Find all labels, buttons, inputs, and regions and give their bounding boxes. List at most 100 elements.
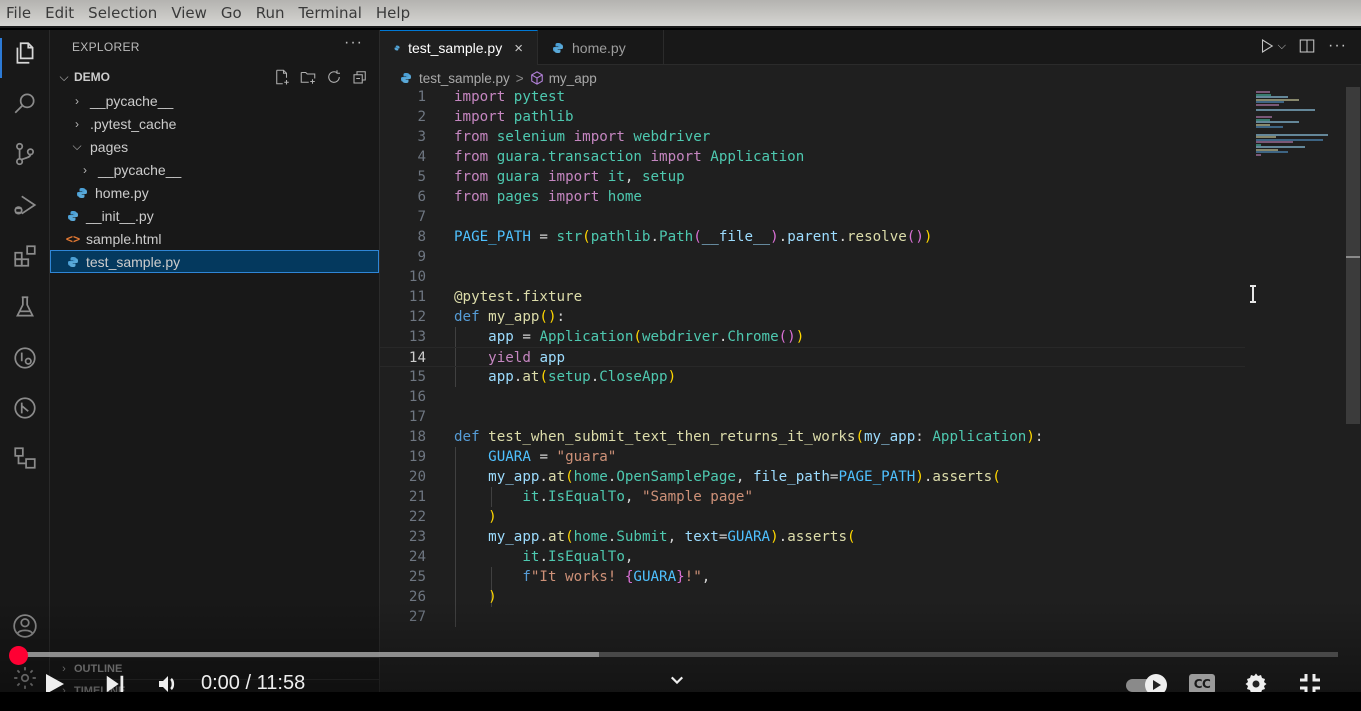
- tree-item-pytest-cache[interactable]: › .pytest_cache: [50, 112, 379, 135]
- account-icon[interactable]: [11, 612, 39, 640]
- search-icon[interactable]: [11, 89, 39, 117]
- captions-button[interactable]: CC: [1189, 674, 1215, 694]
- line-content: @pytest.fixture: [454, 289, 583, 305]
- code-line[interactable]: 27: [380, 607, 1245, 627]
- line-content: from pages import home: [454, 189, 642, 205]
- tree-item-sample-html[interactable]: <> sample.html: [50, 227, 379, 250]
- workspace-name: DEMO: [74, 70, 110, 84]
- line-number: 16: [408, 389, 426, 405]
- menu-terminal[interactable]: Terminal: [299, 4, 362, 22]
- code-line[interactable]: 22 ): [380, 507, 1245, 527]
- code-line[interactable]: 15 app.at(setup.CloseApp): [380, 367, 1245, 387]
- run-debug-icon[interactable]: [11, 191, 39, 219]
- line-content: my_app.at(home.Submit, text=GUARA).asser…: [488, 529, 856, 545]
- source-control-icon[interactable]: [11, 140, 39, 168]
- line-number: 11: [408, 289, 426, 305]
- menu-edit[interactable]: Edit: [45, 4, 74, 22]
- line-content: yield app: [488, 350, 566, 366]
- code-line[interactable]: 21 it.IsEqualTo, "Sample page": [380, 487, 1245, 507]
- line-number: 2: [417, 109, 426, 125]
- code-line[interactable]: 17: [380, 407, 1245, 427]
- close-icon[interactable]: ×: [514, 40, 523, 57]
- code-line[interactable]: 14 yield app: [380, 347, 1245, 367]
- code-editor[interactable]: 1 import pytest 2 import pathlib 3 from selen…: [380, 87, 1245, 627]
- diagram-icon[interactable]: [11, 444, 39, 472]
- editor-area: test_sample.py × home.py ⌵ ··· test_samp…: [380, 30, 1361, 711]
- code-line[interactable]: 5 from guara import it, setup: [380, 167, 1245, 187]
- tree-item-pages[interactable]: ⌵ pages: [50, 135, 379, 158]
- menu-help[interactable]: Help: [376, 4, 410, 22]
- code-line[interactable]: 2 import pathlib: [380, 107, 1245, 127]
- tree-item-pycache[interactable]: › __pycache__: [50, 89, 379, 112]
- breadcrumb-symbol[interactable]: my_app: [549, 71, 597, 86]
- chevron-right-icon: ›: [83, 162, 87, 177]
- more-actions-icon[interactable]: ···: [344, 34, 363, 52]
- breadcrumb-separator: >: [515, 70, 524, 86]
- testing-icon[interactable]: [11, 293, 39, 321]
- time-separator: /: [245, 672, 257, 694]
- collapse-all-icon[interactable]: [351, 68, 369, 86]
- code-line[interactable]: 9: [380, 247, 1245, 267]
- run-file-icon[interactable]: [1258, 37, 1276, 55]
- tree-item-pages-pycache[interactable]: › __pycache__: [50, 158, 379, 181]
- code-line[interactable]: 24 it.IsEqualTo,: [380, 547, 1245, 567]
- new-file-icon[interactable]: [273, 68, 291, 86]
- sidebar-title: EXPLORER: [72, 40, 140, 54]
- explorer-icon[interactable]: [11, 39, 39, 67]
- git-graph-icon[interactable]: [11, 394, 39, 422]
- menu-view[interactable]: View: [171, 4, 207, 22]
- code-line[interactable]: 11 @pytest.fixture: [380, 287, 1245, 307]
- tree-item-init-py[interactable]: __init__.py: [50, 204, 379, 227]
- progress-scrubber-handle[interactable]: [9, 646, 28, 665]
- code-line[interactable]: 6 from pages import home: [380, 187, 1245, 207]
- code-line[interactable]: 23 my_app.at(home.Submit, text=GUARA).as…: [380, 527, 1245, 547]
- code-line[interactable]: 8 PAGE_PATH = str(pathlib.Path(__file__).…: [380, 227, 1245, 247]
- line-content: ): [488, 509, 497, 525]
- remote-explorer-icon[interactable]: [11, 344, 39, 372]
- chevron-right-icon: ›: [75, 116, 79, 131]
- code-line[interactable]: 1 import pytest: [380, 87, 1245, 107]
- new-folder-icon[interactable]: [299, 68, 317, 86]
- menu-go[interactable]: Go: [221, 4, 242, 22]
- extensions-icon[interactable]: [11, 242, 39, 270]
- workspace-section-header[interactable]: ⌵ DEMO: [50, 66, 379, 88]
- line-number: 13: [408, 329, 426, 345]
- code-line[interactable]: 16: [380, 387, 1245, 407]
- code-line[interactable]: 19 GUARA = "guara": [380, 447, 1245, 467]
- code-line[interactable]: 18 def test_when_submit_text_then_returns…: [380, 427, 1245, 447]
- code-line[interactable]: 3 from selenium import webdriver: [380, 127, 1245, 147]
- code-line[interactable]: 10: [380, 267, 1245, 287]
- more-actions-icon[interactable]: ···: [1328, 37, 1347, 55]
- duration: 11:58: [256, 672, 306, 694]
- chapters-chevron[interactable]: [669, 673, 685, 687]
- manage-gear-icon[interactable]: [11, 664, 39, 692]
- code-line[interactable]: 4 from guara.transaction import Applicati…: [380, 147, 1245, 167]
- chevron-down-icon[interactable]: ⌵: [1278, 40, 1286, 53]
- code-line[interactable]: 25 f"It works! {GUARA}!",: [380, 567, 1245, 587]
- chevron-right-icon: ›: [75, 93, 79, 108]
- split-editor-icon[interactable]: [1298, 37, 1316, 55]
- line-number: 18: [408, 429, 426, 445]
- menu-file[interactable]: File: [6, 4, 31, 22]
- code-line[interactable]: 26 ): [380, 587, 1245, 607]
- refresh-icon[interactable]: [325, 68, 343, 86]
- video-progress-bar[interactable]: [18, 652, 1338, 657]
- tab-test-sample-py[interactable]: test_sample.py ×: [380, 30, 538, 65]
- current-time: 0:00: [201, 672, 240, 694]
- breadcrumb-file[interactable]: test_sample.py: [419, 71, 510, 86]
- code-line[interactable]: 13 app = Application(webdriver.Chrome()): [380, 327, 1245, 347]
- tree-item-home-py[interactable]: home.py: [50, 181, 379, 204]
- code-line[interactable]: 12 def my_app():: [380, 307, 1245, 327]
- tab-home-py[interactable]: home.py: [538, 30, 664, 65]
- code-line[interactable]: 7: [380, 207, 1245, 227]
- line-content: def test_when_submit_text_then_returns_i…: [454, 429, 1044, 445]
- tree-item-test-sample-py[interactable]: test_sample.py: [50, 250, 379, 273]
- menu-selection[interactable]: Selection: [88, 4, 157, 22]
- minimap[interactable]: [1246, 87, 1346, 187]
- code-line[interactable]: 20 my_app.at(home.OpenSamplePage, file_p…: [380, 467, 1245, 487]
- menu-run[interactable]: Run: [256, 4, 285, 22]
- line-number: 22: [408, 509, 426, 525]
- line-number: 24: [408, 549, 426, 565]
- minimap-line: [1256, 153, 1262, 156]
- minimap-line: [1256, 141, 1293, 143]
